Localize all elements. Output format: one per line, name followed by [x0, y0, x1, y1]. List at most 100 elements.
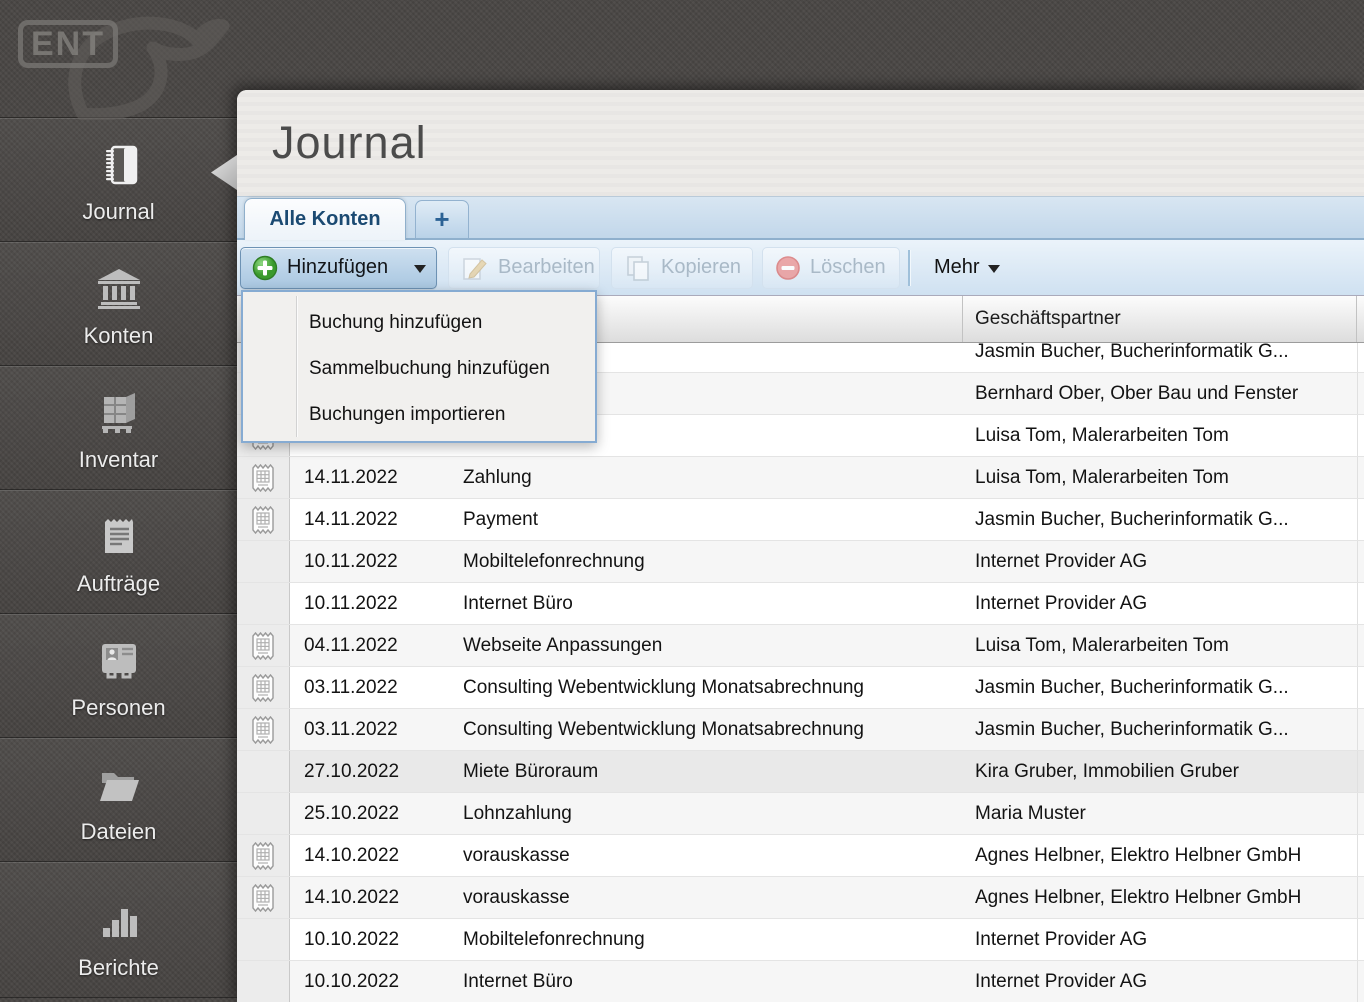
- sidebar-item-journal[interactable]: Journal: [0, 118, 237, 242]
- row-date: 25.10.2022: [304, 803, 400, 824]
- row-date: 14.11.2022: [304, 509, 398, 530]
- toolbar: Hinzufügen Bearbeiten Kopieren Löschen M…: [237, 240, 1364, 296]
- table-row[interactable]: 04.11.2022 Webseite Anpassungen Luisa To…: [237, 625, 1364, 667]
- more-button[interactable]: Mehr: [928, 247, 1006, 289]
- table-row[interactable]: 14.11.2022 Payment Jasmin Bucher, Bucher…: [237, 499, 1364, 541]
- table-row[interactable]: 10.11.2022 Mobiltelefonrechnung Internet…: [237, 541, 1364, 583]
- header-partner-column[interactable]: Geschäftspartner: [963, 296, 1357, 342]
- table-row[interactable]: 14.10.2022 vorauskasse Agnes Helbner, El…: [237, 877, 1364, 919]
- copy-pages-icon: [624, 254, 652, 282]
- sidebar-item-inventar[interactable]: Inventar: [0, 366, 237, 490]
- sidebar-item-personen[interactable]: Personen: [0, 614, 237, 738]
- row-partner: Internet Provider AG: [975, 971, 1148, 992]
- table-row[interactable]: 27.10.2022 Miete Büroraum Kira Gruber, I…: [237, 751, 1364, 793]
- add-button-label: Hinzufügen: [287, 256, 389, 278]
- row-date: 14.10.2022: [304, 887, 400, 908]
- add-dropdown-menu: Buchung hinzufügen Sammelbuchung hinzufü…: [241, 290, 597, 443]
- row-extra-cell: [1357, 499, 1364, 540]
- table-row[interactable]: 10.10.2022 Internet Büro Internet Provid…: [237, 961, 1364, 1002]
- receipt-icon: [251, 673, 275, 703]
- new-tab-button[interactable]: +: [415, 200, 469, 238]
- row-extra-cell: [1357, 667, 1364, 708]
- row-extra-cell: [1357, 625, 1364, 666]
- sidebar-item-berichte[interactable]: Berichte: [0, 862, 237, 998]
- row-extra-cell: [1357, 457, 1364, 498]
- row-attachment-cell: [237, 709, 290, 750]
- row-extra-cell: [1357, 415, 1364, 456]
- table-row[interactable]: 25.10.2022 Lohnzahlung Maria Muster: [237, 793, 1364, 835]
- add-button[interactable]: Hinzufügen: [240, 246, 437, 289]
- copy-button: Kopieren: [611, 246, 753, 289]
- edit-button-label: Bearbeiten: [498, 256, 595, 278]
- row-attachment-cell: [237, 793, 290, 834]
- logo-box: ENT: [18, 20, 118, 68]
- row-extra-cell: [1357, 751, 1364, 792]
- copy-button-label: Kopieren: [661, 256, 742, 278]
- row-attachment-cell: [237, 583, 290, 624]
- table-row[interactable]: 03.11.2022 Consulting Webentwicklung Mon…: [237, 667, 1364, 709]
- row-partner: Jasmin Bucher, Bucherinformatik G...: [975, 509, 1289, 530]
- page-header: Journal: [237, 90, 1364, 196]
- row-attachment-cell: [237, 751, 290, 792]
- receipt-icon: [251, 715, 275, 745]
- sidebar-item-label: Inventar: [78, 447, 159, 472]
- row-description: Consulting Webentwicklung Monatsabrechnu…: [463, 719, 865, 740]
- table-row[interactable]: 03.11.2022 Consulting Webentwicklung Mon…: [237, 709, 1364, 751]
- row-description: Payment: [463, 509, 538, 530]
- sidebar-item-label: Berichte: [78, 955, 159, 980]
- row-partner: Jasmin Bucher, Bucherinformatik G...: [975, 677, 1289, 698]
- row-description: Mobiltelefonrechnung: [463, 551, 645, 572]
- row-extra-cell: [1357, 961, 1364, 1002]
- row-date: 10.11.2022: [304, 593, 398, 614]
- row-attachment-cell: [237, 541, 290, 582]
- row-date: 04.11.2022: [304, 635, 398, 656]
- sidebar-item-label: Dateien: [80, 819, 157, 844]
- sidebar-item-label: Aufträge: [76, 571, 161, 596]
- more-caret-icon: [987, 264, 1000, 279]
- menu-icon-gutter: [296, 296, 297, 437]
- row-description: Zahlung: [463, 467, 532, 488]
- row-description: Webseite Anpassungen: [463, 635, 663, 656]
- row-date: 10.11.2022: [304, 551, 398, 572]
- toolbar-separator: [908, 249, 911, 286]
- row-partner: Kira Gruber, Immobilien Gruber: [975, 761, 1239, 782]
- row-partner: Maria Muster: [975, 803, 1086, 824]
- add-caret-icon: [414, 264, 426, 279]
- row-description: Lohnzahlung: [463, 803, 572, 824]
- row-description: vorauskasse: [463, 845, 570, 866]
- row-partner: Internet Provider AG: [975, 593, 1148, 614]
- contact-card-icon: [93, 637, 145, 685]
- row-extra-cell: [1357, 583, 1364, 624]
- table-row[interactable]: 10.10.2022 Mobiltelefonrechnung Internet…: [237, 919, 1364, 961]
- row-extra-cell: [1357, 793, 1364, 834]
- pallet-icon: [93, 389, 145, 437]
- row-partner: Jasmin Bucher, Bucherinformatik G...: [975, 719, 1289, 740]
- row-date: 14.10.2022: [304, 845, 400, 866]
- receipt-icon: [251, 841, 275, 871]
- sidebar-item-konten[interactable]: Konten: [0, 242, 237, 366]
- row-extra-cell: [1357, 709, 1364, 750]
- bank-icon: [93, 265, 145, 313]
- header-extra-column[interactable]: [1357, 296, 1364, 342]
- order-note-icon: [94, 513, 144, 561]
- tab-alle-konten[interactable]: Alle Konten: [244, 198, 406, 240]
- table-row[interactable]: 10.11.2022 Internet Büro Internet Provid…: [237, 583, 1364, 625]
- receipt-icon: [251, 883, 275, 913]
- sidebar-item-auftraege[interactable]: Aufträge: [0, 490, 237, 614]
- row-partner: Luisa Tom, Malerarbeiten Tom: [975, 635, 1229, 656]
- row-description: Internet Büro: [463, 971, 573, 992]
- logo-text: ENT: [31, 24, 105, 63]
- bar-chart-icon: [94, 897, 144, 945]
- row-extra-cell: [1357, 919, 1364, 960]
- row-partner: Agnes Helbner, Elektro Helbner GmbH: [975, 887, 1302, 908]
- row-description: Internet Büro: [463, 593, 573, 614]
- sidebar-item-label: Personen: [71, 695, 166, 720]
- table-row[interactable]: 14.10.2022 vorauskasse Agnes Helbner, El…: [237, 835, 1364, 877]
- row-description: Mobiltelefonrechnung: [463, 929, 645, 950]
- row-attachment-cell: [237, 667, 290, 708]
- sidebar-item-label: Journal: [82, 199, 155, 224]
- row-attachment-cell: [237, 499, 290, 540]
- sidebar-item-dateien[interactable]: Dateien: [0, 738, 237, 862]
- table-row[interactable]: 14.11.2022 Zahlung Luisa Tom, Malerarbei…: [237, 457, 1364, 499]
- row-date: 03.11.2022: [304, 719, 398, 740]
